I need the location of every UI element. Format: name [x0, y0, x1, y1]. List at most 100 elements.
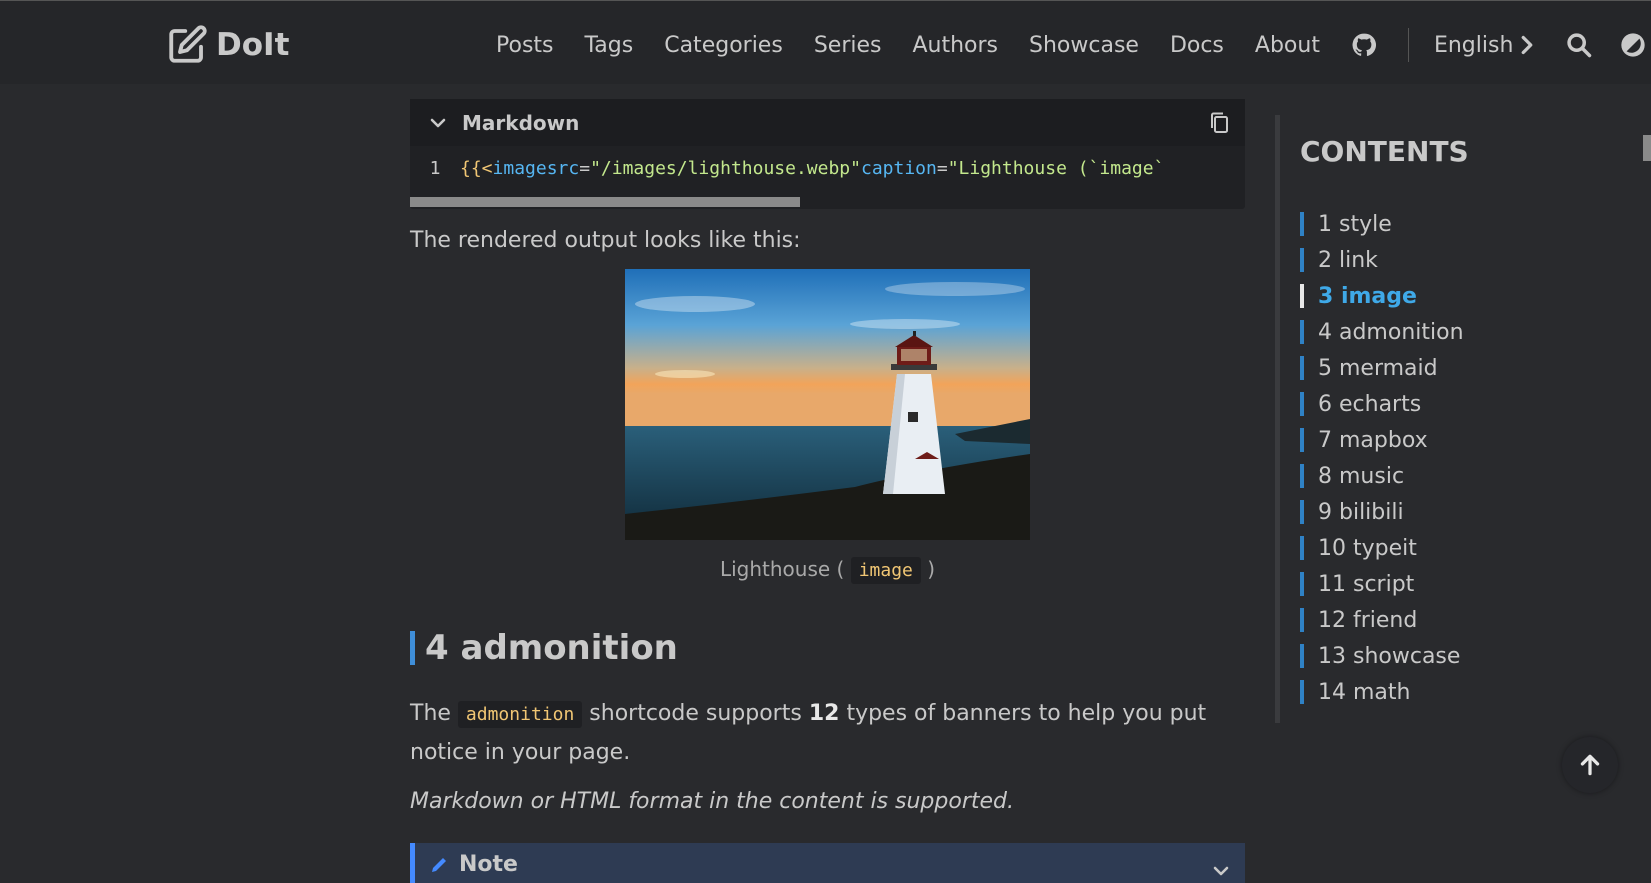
toc-item[interactable]: 7 mapbox [1300, 422, 1464, 458]
nav-about[interactable]: About [1255, 33, 1320, 58]
toc-item[interactable]: 10 typeit [1300, 530, 1464, 566]
toc-title: CONTENTS [1300, 135, 1469, 168]
nav-tags[interactable]: Tags [585, 33, 634, 58]
code-token: src [546, 157, 580, 179]
code-block: Markdown 1 {{< image src = "/images/ligh… [410, 99, 1245, 209]
code-block-header[interactable]: Markdown [410, 99, 1245, 146]
chevron-down-icon [1213, 866, 1229, 876]
nav-showcase[interactable]: Showcase [1029, 33, 1139, 58]
toc-item[interactable]: 6 echarts [1300, 386, 1464, 422]
paragraph-text: shortcode supports [589, 701, 802, 726]
toc-marker [1300, 284, 1304, 308]
search-icon [1567, 33, 1592, 58]
paragraph-text: notice in your page. [410, 740, 631, 765]
toc-item[interactable]: 11 script [1300, 566, 1464, 602]
section-paragraph-italic: Markdown or HTML format in the content i… [410, 789, 1014, 814]
toc-marker [1300, 572, 1304, 596]
code-token: caption [861, 157, 937, 179]
github-link[interactable] [1351, 32, 1377, 58]
toc-item-label: 9 bilibili [1318, 499, 1404, 525]
line-number: 1 [429, 157, 441, 179]
copy-icon[interactable] [1209, 111, 1231, 135]
code-token: {{< [460, 157, 493, 179]
language-label: English [1433, 32, 1514, 58]
section-paragraph: The admonition shortcode supports 12 typ… [410, 695, 1206, 772]
toc-marker [1300, 320, 1304, 344]
top-navbar: DoIt Posts Tags Categories Series Author… [0, 0, 1651, 84]
caption-text: ) [927, 557, 936, 581]
section-heading-text: 4 admonition [425, 628, 678, 668]
code-token: = [936, 157, 948, 179]
toc-item[interactable]: 5 mermaid [1300, 350, 1464, 386]
chevron-right-icon [1522, 35, 1533, 55]
code-language-label: Markdown [462, 110, 580, 135]
toc-list: 1 style 2 link 3 image 4 admonition 5 me… [1300, 206, 1464, 710]
search-button[interactable] [1565, 31, 1593, 59]
code-token: = [579, 157, 591, 179]
toc-item[interactable]: 14 math [1300, 674, 1464, 710]
paragraph-text: types of banners to help you put [846, 701, 1207, 726]
page-scrollbar-thumb[interactable] [1643, 135, 1651, 161]
note-label: Note [459, 852, 518, 877]
toc-item-label: 10 typeit [1318, 535, 1417, 561]
language-switcher[interactable]: English [1434, 33, 1535, 58]
caption-text: Lighthouse ( [719, 557, 845, 581]
chevron-down-icon [430, 118, 446, 127]
toc-item-label: 6 echarts [1318, 391, 1422, 417]
nav-posts[interactable]: Posts [496, 33, 554, 58]
toc-rail [1275, 115, 1280, 723]
toc-item-label: 8 music [1318, 463, 1405, 489]
paragraph-bold: 12 [808, 701, 840, 726]
toc-item-active[interactable]: 3 image [1300, 278, 1464, 314]
toc-item[interactable]: 8 music [1300, 458, 1464, 494]
toc-item[interactable]: 4 admonition [1300, 314, 1464, 350]
section-heading: 4 admonition [410, 628, 678, 668]
nav-authors[interactable]: Authors [912, 33, 998, 58]
toc-item-label: 1 style [1318, 211, 1392, 237]
github-icon [1352, 33, 1376, 56]
back-to-top-button[interactable] [1562, 737, 1618, 793]
toc-marker [1300, 212, 1304, 236]
toc-item-label: 11 script [1318, 571, 1415, 597]
toc-marker [1300, 356, 1304, 380]
nav-divider [1407, 28, 1409, 62]
toc-marker [1300, 392, 1304, 416]
toc-marker [1300, 608, 1304, 632]
pencil-icon [432, 858, 446, 872]
adjust-icon [1621, 33, 1646, 57]
edit-icon [169, 25, 207, 63]
toc-marker [1300, 428, 1304, 452]
toc-item-label: 13 showcase [1318, 643, 1461, 669]
code-token: "Lighthouse (`image` [947, 157, 1165, 179]
toc-marker [1300, 248, 1304, 272]
horizontal-scrollbar[interactable] [410, 197, 800, 207]
main-nav: Posts Tags Categories Series Authors Sho… [496, 23, 1647, 67]
nav-categories[interactable]: Categories [664, 33, 783, 58]
toc-item-label: 4 admonition [1318, 319, 1464, 345]
image-caption: Lighthouse ( image ) [410, 557, 1245, 584]
site-logo[interactable]: DoIt [166, 23, 289, 67]
toc-item[interactable]: 2 link [1300, 242, 1464, 278]
toc-item-label: 14 math [1318, 679, 1411, 705]
toc-marker [1300, 536, 1304, 560]
toc-item-label: 12 friend [1318, 607, 1418, 633]
note-admonition[interactable]: Note [410, 843, 1245, 883]
nav-docs[interactable]: Docs [1170, 33, 1224, 58]
toc-item[interactable]: 13 showcase [1300, 638, 1464, 674]
rendered-intro: The rendered output looks like this: [410, 228, 801, 253]
code-token: "/images/lighthouse.webp" [590, 157, 861, 179]
toc-item-label: 3 image [1318, 283, 1417, 309]
lighthouse-image[interactable] [625, 269, 1030, 540]
caption-code: image [850, 557, 921, 584]
toc-marker [1300, 500, 1304, 524]
toc-item[interactable]: 1 style [1300, 206, 1464, 242]
toc-item-label: 5 mermaid [1318, 355, 1438, 381]
toc-item[interactable]: 9 bilibili [1300, 494, 1464, 530]
toc-item[interactable]: 12 friend [1300, 602, 1464, 638]
toc-marker [1300, 464, 1304, 488]
heading-bar [410, 631, 415, 665]
toc-marker [1300, 644, 1304, 668]
nav-series[interactable]: Series [814, 33, 882, 58]
theme-toggle[interactable] [1619, 31, 1647, 59]
code-token: image [492, 157, 547, 179]
